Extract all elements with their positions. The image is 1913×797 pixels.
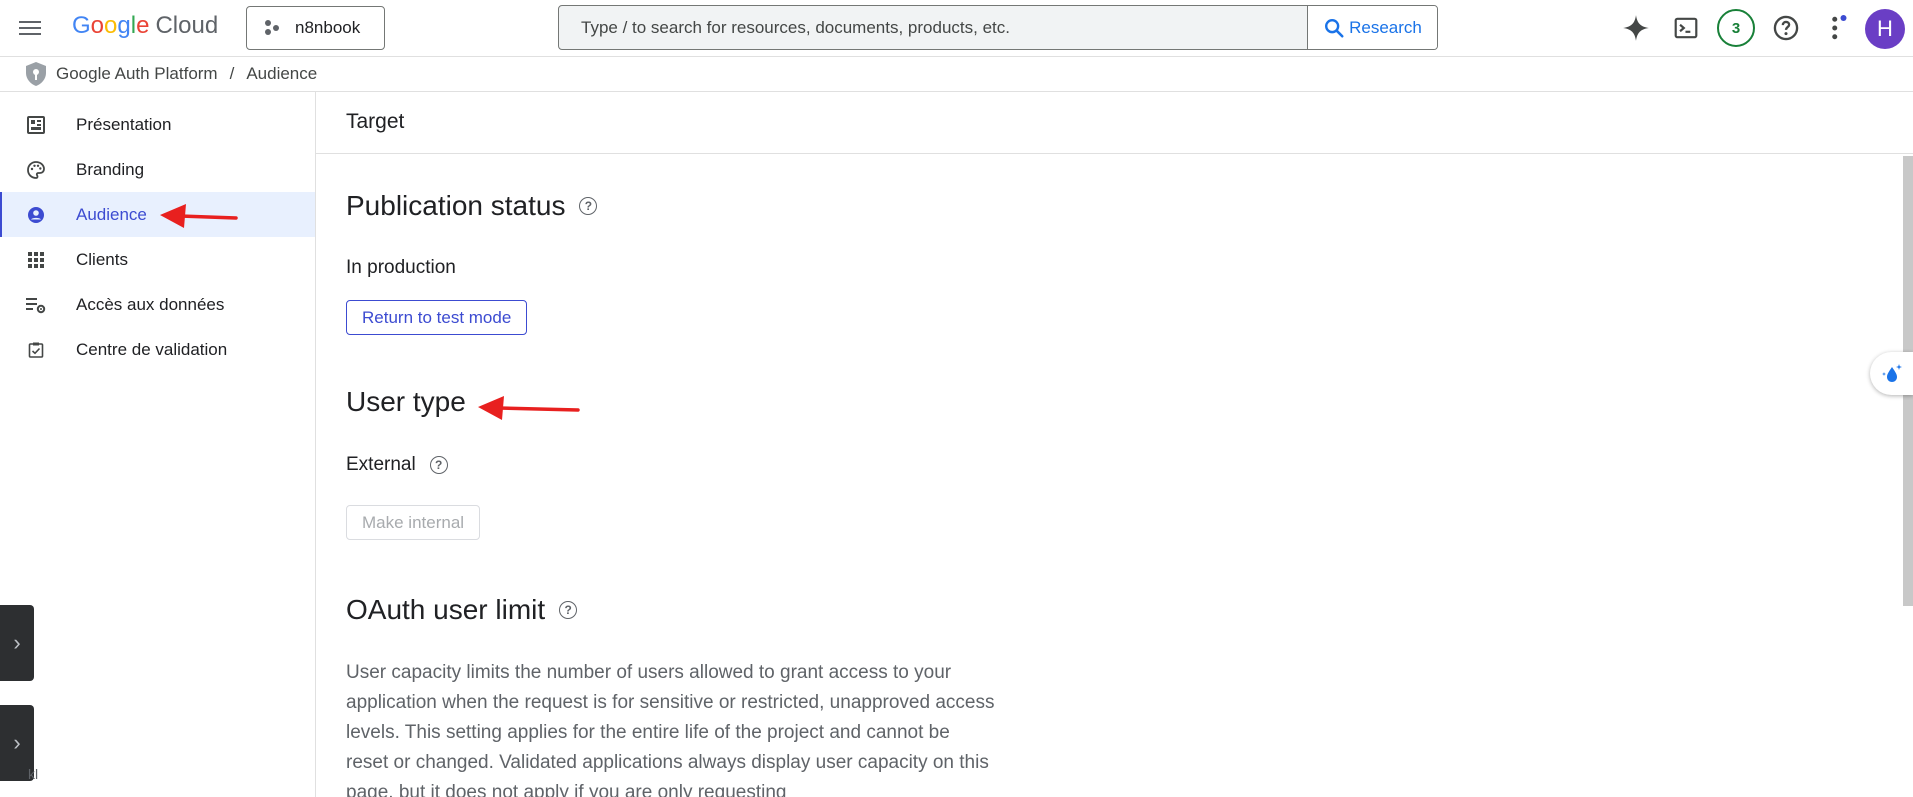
sidebar-item-validation-center[interactable]: Centre de validation (0, 327, 315, 372)
sidebar-item-clients[interactable]: Clients (0, 237, 315, 282)
chevron-right-icon: › (13, 630, 21, 655)
top-app-bar: GoogleCloud n8nbook Research 3 H (0, 0, 1913, 56)
section-title: OAuth user limit (346, 594, 546, 625)
sidebar-item-audience[interactable]: Audience (0, 192, 315, 237)
publication-status-heading: Publication status ? (346, 190, 598, 222)
logo-letter: o (90, 12, 105, 39)
logo-letter: G (72, 12, 91, 39)
notifications-button[interactable]: 3 (1716, 8, 1756, 48)
logo-letter: g (117, 12, 131, 39)
checklist-icon (26, 340, 46, 360)
search-icon (1325, 18, 1344, 38)
avatar: H (1865, 9, 1905, 49)
return-to-test-mode-button[interactable]: Return to test mode (346, 300, 528, 335)
hamburger-menu-icon[interactable] (16, 14, 44, 42)
user-type-value: External ? (346, 454, 448, 476)
google-cloud-logo[interactable]: Google Cloud (72, 12, 218, 40)
sidebar-item-label: Clients (76, 249, 128, 269)
research-button[interactable]: Research (1307, 6, 1437, 49)
account-circle-icon (26, 205, 46, 225)
gemini-sparkle-icon[interactable] (1618, 10, 1654, 46)
help-circle-icon[interactable]: ? (559, 601, 578, 619)
sidebar-item-label: Présentation (76, 114, 172, 134)
breadcrumb: Google Auth Platform / Audience (0, 56, 1913, 92)
tab-bar: Target (316, 92, 1913, 154)
sidebar-item-presentation[interactable]: Présentation (0, 102, 315, 147)
truncated-text: kl (28, 766, 39, 782)
dashboard-icon (26, 115, 46, 135)
oauth-user-limit-heading: OAuth user limit ? (346, 594, 578, 626)
apps-grid-icon (26, 250, 46, 270)
chevron-right-icon: › (13, 730, 21, 755)
oauth-limit-description: User capacity limits the number of users… (346, 662, 995, 797)
shield-lock-icon (26, 62, 46, 86)
sidebar-item-label: Centre de validation (76, 339, 228, 359)
help-icon[interactable] (1768, 10, 1804, 46)
sidebar-item-label: Accès aux données (76, 294, 225, 314)
notification-count-badge: 3 (1717, 9, 1755, 47)
make-internal-button: Make internal (346, 505, 481, 540)
help-circle-icon[interactable]: ? (429, 456, 448, 474)
data-settings-icon (26, 295, 46, 315)
section-title: Publication status (346, 190, 566, 221)
assistant-drop-icon[interactable] (1870, 352, 1913, 395)
search-input[interactable] (559, 6, 1307, 49)
research-button-label: Research (1349, 17, 1422, 37)
project-name: n8nbook (295, 18, 361, 37)
more-options-icon[interactable] (1818, 10, 1854, 46)
account-avatar-button[interactable]: H (1864, 8, 1906, 50)
expand-panel-button[interactable]: › (0, 605, 34, 681)
breadcrumb-separator: / (229, 64, 235, 83)
logo-letter: e (136, 12, 150, 39)
search-bar: Research (558, 5, 1438, 50)
project-icon (265, 20, 281, 36)
sidebar-item-label: Branding (76, 159, 145, 179)
logo-cloud-text: Cloud (155, 12, 219, 39)
cloud-shell-terminal-icon[interactable] (1668, 10, 1704, 46)
sidebar-nav: Présentation Branding Audience Clients A… (0, 92, 316, 797)
sidebar-item-label: Audience (76, 204, 147, 224)
help-circle-icon[interactable]: ? (579, 197, 598, 215)
breadcrumb-current-audience: Audience (246, 64, 318, 83)
breadcrumb-google-auth-platform[interactable]: Google Auth Platform (56, 64, 218, 84)
sidebar-item-branding[interactable]: Branding (0, 147, 315, 192)
publication-status-value: In production (346, 257, 456, 278)
palette-icon (26, 160, 46, 180)
user-type-label: External (346, 454, 416, 475)
user-type-heading: User type (346, 386, 466, 418)
tab-target[interactable]: Target (346, 110, 404, 134)
section-title: User type (346, 386, 466, 417)
project-picker-button[interactable]: n8nbook (246, 6, 385, 50)
main-content: Target Publication status ? In productio… (316, 92, 1913, 797)
sidebar-item-data-access[interactable]: Accès aux données (0, 282, 315, 327)
logo-letter: o (104, 12, 118, 39)
